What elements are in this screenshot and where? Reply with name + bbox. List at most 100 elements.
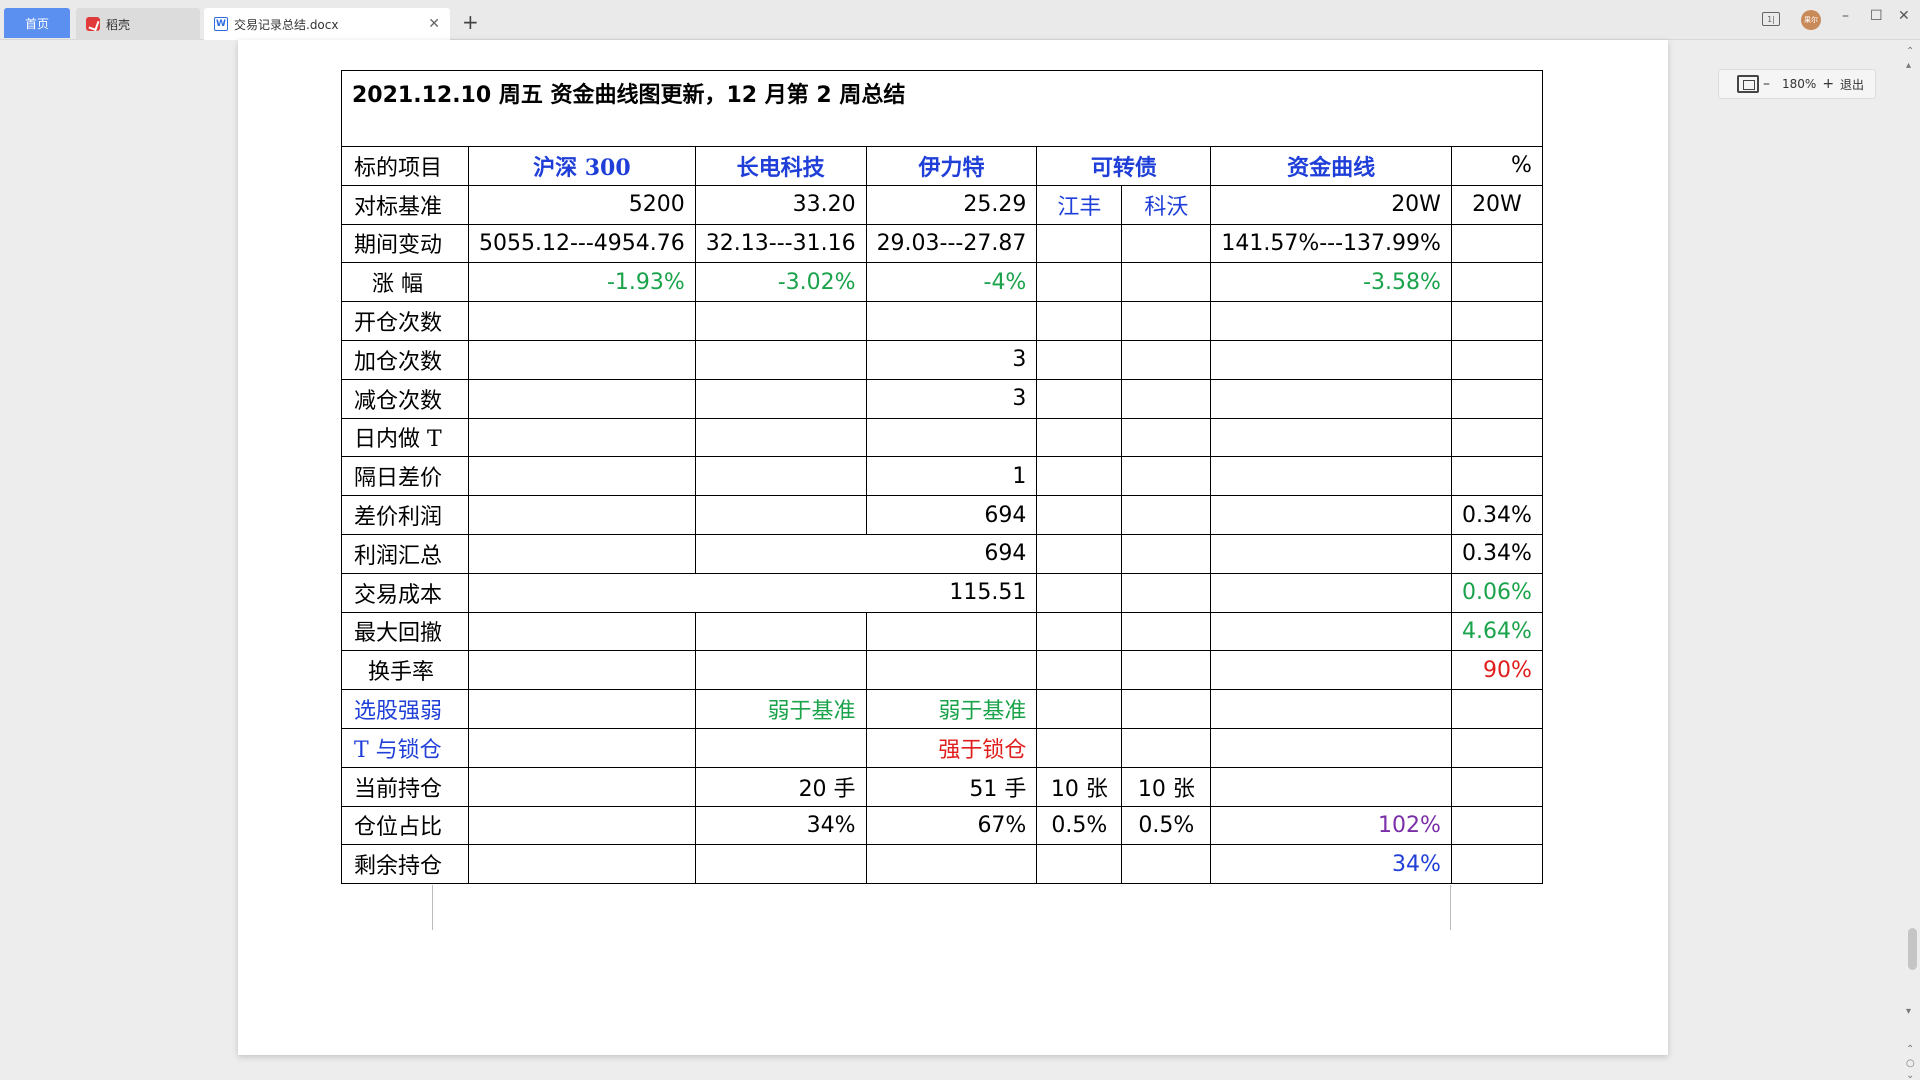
cell-jiangfeng: 0.5%: [1036, 805, 1123, 846]
close-window-button[interactable]: ✕: [1898, 8, 1910, 24]
scroll-down-icon[interactable]: ▾: [1906, 1006, 1911, 1017]
zoom-level[interactable]: 180%: [1782, 77, 1816, 91]
cell-curve: [1210, 417, 1452, 458]
row-label: 最大回撤: [341, 611, 469, 652]
cell-cdkj: [694, 456, 867, 497]
header-capital-curve: 资金曲线: [1210, 146, 1452, 186]
table-row: 开仓次数: [341, 301, 1543, 341]
cell-hs300: [468, 495, 696, 535]
table-row: 隔日差价 1: [341, 456, 1543, 497]
cell-hs300: 5055.12---4954.76: [468, 223, 696, 264]
row-label: 减仓次数: [341, 378, 469, 419]
table-row: 选股强弱 弱于基准 弱于基准: [341, 689, 1543, 729]
cell-cdkj: [694, 495, 867, 535]
scroll-up-icon[interactable]: ▴: [1906, 60, 1911, 71]
cell-kewo: [1121, 378, 1212, 419]
header-hs300: 沪深 300: [468, 146, 696, 186]
cell-cdkj: [694, 301, 867, 341]
cell-hs300: [468, 650, 696, 691]
page-dot-icon[interactable]: ○: [1906, 1058, 1915, 1069]
cell-curve: [1210, 339, 1452, 380]
cell-ylt: 67%: [865, 805, 1038, 846]
exit-button[interactable]: 退出: [1840, 76, 1864, 93]
maximize-button[interactable]: ☐: [1870, 8, 1883, 24]
cell-hs300: [468, 689, 696, 729]
cell-kewo: [1121, 533, 1212, 574]
scrollbar-thumb[interactable]: [1908, 928, 1917, 970]
cell-cdkj: 弱于基准: [694, 689, 867, 729]
add-tab-button[interactable]: +: [462, 10, 479, 34]
cell-ylt: 3: [865, 378, 1038, 419]
close-tab-icon[interactable]: ✕: [428, 16, 440, 32]
cell-jiangfeng: [1036, 223, 1123, 264]
row-label: 选股强弱: [341, 689, 469, 729]
cell-kewo: 科沃: [1121, 184, 1212, 225]
vertical-scrollbar[interactable]: ⌃ ▴ ▾ ⌃ ○ ⌄: [1902, 40, 1920, 1080]
tab-home[interactable]: 首页: [4, 8, 70, 38]
table-row: T 与锁仓 强于锁仓: [341, 727, 1543, 768]
cell-kewo: [1121, 301, 1212, 341]
row-label: 加仓次数: [341, 339, 469, 380]
row-label: 对标基准: [341, 184, 469, 225]
cell-hs300: [468, 533, 696, 574]
cell-pct: 90%: [1450, 650, 1543, 691]
table-row: 期间变动 5055.12---4954.76 32.13---31.16 29.…: [341, 223, 1543, 264]
fit-page-icon[interactable]: [1737, 75, 1759, 93]
cell-pct: [1450, 689, 1543, 729]
avatar[interactable]: 果尔: [1801, 10, 1821, 30]
cell-cdkj: [694, 611, 867, 652]
tab-daoke[interactable]: 稻壳: [76, 8, 200, 40]
cell-curve: 141.57%---137.99%: [1210, 223, 1452, 264]
cell-kewo: [1121, 495, 1212, 535]
cell-pct: [1450, 262, 1543, 303]
header-cdkj: 长电科技: [694, 146, 867, 186]
row-label: 当前持仓: [341, 766, 469, 807]
cell-jiangfeng: [1036, 339, 1123, 380]
minimize-button[interactable]: –: [1842, 8, 1849, 24]
row-label: 隔日差价: [341, 456, 469, 497]
tab-document[interactable]: W 交易记录总结.docx ✕: [204, 8, 450, 40]
cell-curve: [1210, 533, 1452, 574]
cell-ylt: [865, 844, 1038, 885]
table-row: 剩余持仓 34%: [341, 844, 1543, 885]
cell-ylt: [865, 611, 1038, 652]
margin-corner-mark-right: [1450, 885, 1470, 930]
cell-curve: [1210, 495, 1452, 535]
zoom-in-button[interactable]: +: [1822, 76, 1834, 92]
table-row: 最大回撤 4.64%: [341, 611, 1543, 652]
cell-hs300: [468, 456, 696, 497]
cell-cdkj: 32.13---31.16: [694, 223, 867, 264]
cell-pct: [1450, 417, 1543, 458]
zoom-out-button[interactable]: –: [1763, 76, 1770, 92]
cell-hs300: [468, 339, 696, 380]
cell-ylt: [865, 650, 1038, 691]
margin-corner-mark-left: [413, 885, 433, 930]
table-row: 日内做 T: [341, 417, 1543, 458]
cell-ylt: [865, 417, 1038, 458]
row-label: 差价利润: [341, 495, 469, 535]
row-label: 交易成本: [341, 572, 469, 613]
cell-pct: [1450, 805, 1543, 846]
cell-cdkj: -3.02%: [694, 262, 867, 303]
page-up-icon[interactable]: ⌃: [1906, 1044, 1914, 1055]
cell-jiangfeng: [1036, 495, 1123, 535]
cell-curve: [1210, 650, 1452, 691]
cell-ylt: 3: [865, 339, 1038, 380]
cell-pct: 4.64%: [1450, 611, 1543, 652]
cell-pct: [1450, 339, 1543, 380]
header-percent: %: [1450, 146, 1543, 186]
page-down-icon[interactable]: ⌄: [1906, 1070, 1914, 1080]
scroll-top-icon[interactable]: ⌃: [1906, 46, 1914, 57]
cell-hs300: [468, 417, 696, 458]
cell-hs300: 5200: [468, 184, 696, 225]
tab-document-label: 交易记录总结.docx: [234, 17, 339, 32]
cell-cdkj: [694, 844, 867, 885]
reading-mode-icon[interactable]: 1|: [1762, 12, 1780, 26]
table-row: 差价利润 694 0.34%: [341, 495, 1543, 535]
cell-ylt: 弱于基准: [865, 689, 1038, 729]
row-label: 仓位占比: [341, 805, 469, 846]
cell-ylt: -4%: [865, 262, 1038, 303]
cell-curve: [1210, 727, 1452, 768]
cell-jiangfeng: 10 张: [1036, 766, 1123, 807]
cell-cdkj: 20 手: [694, 766, 867, 807]
